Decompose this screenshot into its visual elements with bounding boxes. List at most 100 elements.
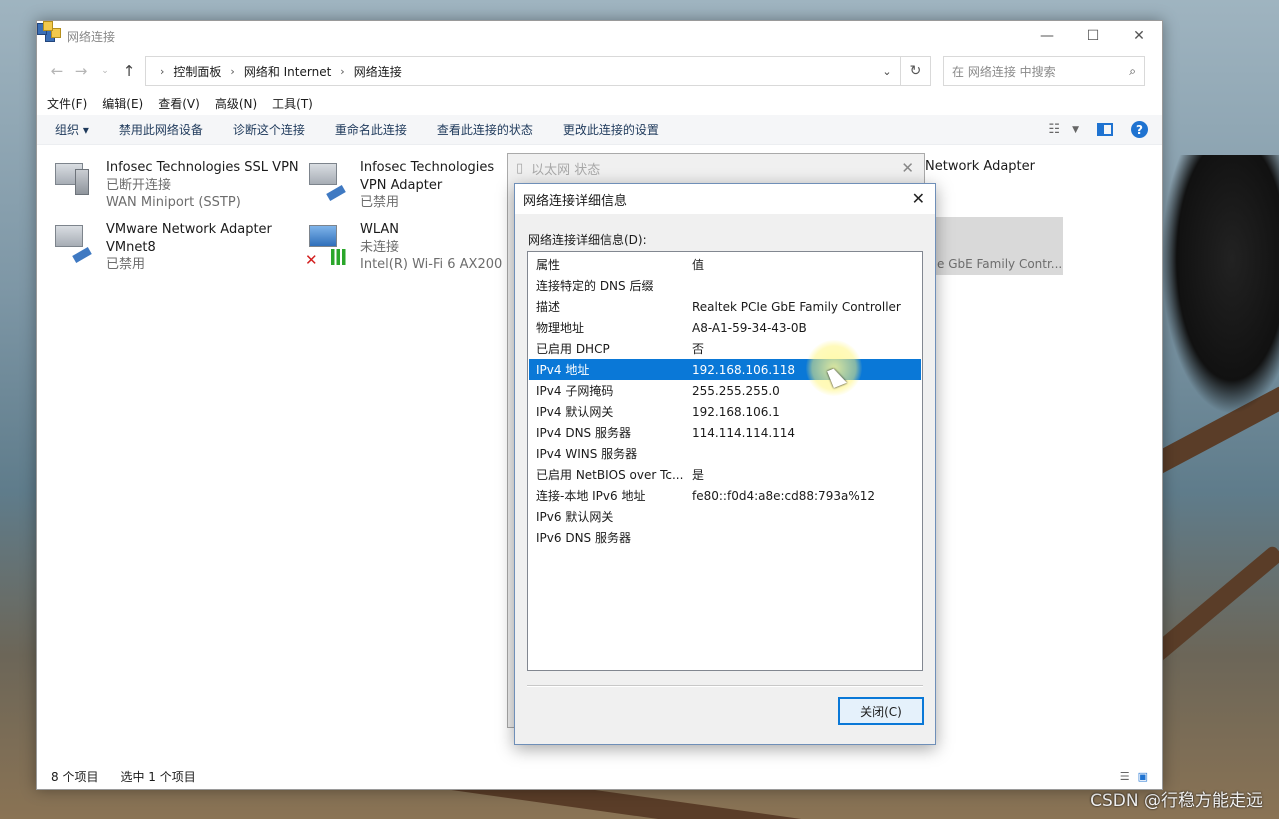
vpn-adapter-icon bbox=[307, 159, 347, 205]
row-property: IPv4 DNS 服务器 bbox=[536, 426, 631, 440]
up-arrow-icon[interactable]: ↑ bbox=[117, 59, 141, 83]
disable-device-button[interactable]: 禁用此网络设备 bbox=[119, 121, 203, 138]
menu-bar: 文件(F) 编辑(E) 查看(V) 高级(N) 工具(T) bbox=[37, 91, 1162, 115]
status-bar: 8 个项目 选中 1 个项目 bbox=[51, 768, 218, 785]
change-settings-button[interactable]: 更改此连接的设置 bbox=[563, 121, 659, 138]
connection-item[interactable]: VMware Network Adapter VMnet8 已禁用 bbox=[53, 221, 274, 274]
diagnose-button[interactable]: 诊断这个连接 bbox=[233, 121, 305, 138]
view-status-button[interactable]: 查看此连接的状态 bbox=[437, 121, 533, 138]
breadcrumb: › 控制面板 › 网络和 Internet › 网络连接 bbox=[160, 63, 402, 80]
list-item[interactable]: 描述 Realtek PCIe GbE Family Controller bbox=[529, 296, 921, 317]
menu-edit[interactable]: 编辑(E) bbox=[102, 95, 143, 112]
item-count: 8 个项目 bbox=[51, 770, 99, 784]
selected-connection-item[interactable]: e GbE Family Contr... bbox=[935, 217, 1063, 275]
view-toggles: ☰ ▣ bbox=[1120, 770, 1148, 783]
back-arrow-icon[interactable]: ← bbox=[45, 59, 69, 83]
header-value[interactable]: 值 bbox=[692, 256, 704, 273]
connection-device: Intel(R) Wi-Fi 6 AX200 160 bbox=[360, 257, 510, 272]
help-icon[interactable]: ? bbox=[1131, 121, 1148, 138]
change-view-icon[interactable]: ☷ bbox=[1048, 122, 1060, 137]
chevron-right-icon: › bbox=[160, 64, 165, 78]
desktop-bird bbox=[1161, 155, 1279, 415]
list-item[interactable]: 已启用 DHCP 否 bbox=[529, 338, 921, 359]
close-details-button[interactable]: 关闭(C) bbox=[838, 697, 924, 725]
refresh-icon[interactable]: ↻ bbox=[901, 56, 931, 86]
minimize-button[interactable]: — bbox=[1024, 21, 1070, 51]
chevron-right-icon[interactable]: › bbox=[340, 65, 344, 78]
row-property: IPv6 DNS 服务器 bbox=[536, 531, 631, 545]
row-property: IPv6 默认网关 bbox=[536, 510, 614, 524]
row-value: A8-A1-59-34-43-0B bbox=[692, 320, 807, 335]
list-item[interactable]: 物理地址 A8-A1-59-34-43-0B bbox=[529, 317, 921, 338]
breadcrumb-control-panel[interactable]: 控制面板 bbox=[173, 63, 221, 80]
window-title: 网络连接 bbox=[67, 29, 116, 44]
details-dialog: 网络连接详细信息 ✕ 网络连接详细信息(D): 属性 值 连接特定的 DNS 后… bbox=[514, 183, 936, 745]
menu-advanced[interactable]: 高级(N) bbox=[215, 95, 257, 112]
connection-name: WLAN bbox=[360, 222, 400, 237]
row-value: fe80::f0d4:a8e:cd88:793a%12 bbox=[692, 488, 875, 503]
row-value: Realtek PCIe GbE Family Controller bbox=[692, 299, 901, 314]
address-row: ← → ⌄ ↑ › 控制面板 › 网络和 Internet › 网络连接 ⌄ ↻… bbox=[37, 21, 1162, 91]
recent-chevron-icon[interactable]: ⌄ bbox=[93, 59, 117, 83]
status-dialog-title: 以太网 状态 bbox=[531, 162, 601, 178]
vmware-adapter-icon bbox=[53, 221, 93, 267]
list-item[interactable]: IPv4 DNS 服务器 114.114.114.114 bbox=[529, 422, 921, 443]
row-property: 物理地址 bbox=[536, 321, 585, 335]
row-value: 是 bbox=[692, 468, 705, 482]
row-property: IPv4 子网掩码 bbox=[536, 384, 614, 398]
list-item[interactable]: 连接特定的 DNS 后缀 bbox=[529, 275, 921, 296]
partial-connection-name: Network Adapter bbox=[925, 159, 1035, 174]
breadcrumb-network-internet[interactable]: 网络和 Internet bbox=[244, 63, 331, 80]
row-value: 255.255.255.0 bbox=[692, 383, 780, 398]
list-item[interactable]: IPv4 默认网关 192.168.106.1 bbox=[529, 401, 921, 422]
organize-button[interactable]: 组织 ▾ bbox=[55, 121, 89, 138]
menu-file[interactable]: 文件(F) bbox=[47, 95, 87, 112]
list-item[interactable]: 已启用 NetBIOS over Tc... 是 bbox=[529, 464, 921, 485]
connection-item[interactable]: Infosec Technologies VPN Adapter 已禁用 bbox=[307, 159, 510, 212]
view-dropdown-icon[interactable]: ▼ bbox=[1072, 125, 1079, 135]
preview-pane-icon[interactable] bbox=[1097, 123, 1113, 136]
list-item[interactable]: IPv4 子网掩码 255.255.255.0 bbox=[529, 380, 921, 401]
forward-arrow-icon[interactable]: → bbox=[69, 59, 93, 83]
details-list[interactable]: 属性 值 连接特定的 DNS 后缀 描述 Realtek PCIe GbE Fam… bbox=[527, 251, 923, 671]
connection-item[interactable]: ✕ WLAN 未连接 Intel(R) Wi-Fi 6 AX200 160 bbox=[305, 221, 510, 274]
breadcrumb-network-connections[interactable]: 网络连接 bbox=[354, 63, 402, 80]
details-view-icon[interactable]: ☰ bbox=[1120, 770, 1130, 783]
close-button[interactable]: ✕ bbox=[1116, 21, 1162, 51]
search-icon: ⌕ bbox=[1129, 63, 1136, 78]
chevron-right-icon[interactable]: › bbox=[230, 65, 234, 78]
menu-tools[interactable]: 工具(T) bbox=[272, 95, 313, 112]
list-item[interactable]: IPv6 默认网关 bbox=[529, 506, 921, 527]
row-property: IPv4 地址 bbox=[536, 363, 590, 377]
list-header[interactable]: 属性 值 bbox=[529, 254, 921, 275]
details-dialog-close-icon[interactable]: ✕ bbox=[912, 189, 925, 208]
row-property: 连接特定的 DNS 后缀 bbox=[536, 279, 654, 293]
search-input[interactable]: 在 网络连接 中搜索 ⌕ bbox=[943, 56, 1145, 86]
maximize-button[interactable]: ☐ bbox=[1070, 21, 1116, 51]
title-bar: 网络连接 — ☐ ✕ bbox=[37, 21, 1162, 51]
connection-status: 未连接 bbox=[360, 239, 400, 255]
row-property: IPv4 WINS 服务器 bbox=[536, 447, 638, 461]
selected-connection-device: e GbE Family Contr... bbox=[937, 257, 1063, 271]
selected-count: 选中 1 个项目 bbox=[120, 770, 196, 784]
list-item[interactable]: IPv6 DNS 服务器 bbox=[529, 527, 921, 548]
command-bar: 组织 ▾ 禁用此网络设备 诊断这个连接 重命名此连接 查看此连接的状态 更改此连… bbox=[37, 115, 1162, 145]
list-item[interactable]: 连接-本地 IPv6 地址 fe80::f0d4:a8e:cd88:793a%12 bbox=[529, 485, 921, 506]
connection-name: Infosec Technologies VPN Adapter bbox=[360, 160, 495, 193]
list-item[interactable]: IPv4 WINS 服务器 bbox=[529, 443, 921, 464]
large-icons-view-icon[interactable]: ▣ bbox=[1138, 770, 1148, 783]
row-property: 已启用 NetBIOS over Tc... bbox=[536, 468, 684, 482]
address-dropdown-icon[interactable]: ⌄ bbox=[874, 65, 900, 78]
row-value: 114.114.114.114 bbox=[692, 425, 796, 440]
list-item-selected[interactable]: IPv4 地址 192.168.106.118 bbox=[529, 359, 921, 380]
rename-button[interactable]: 重命名此连接 bbox=[335, 121, 407, 138]
menu-view[interactable]: 查看(V) bbox=[158, 95, 200, 112]
wifi-adapter-icon: ✕ bbox=[305, 221, 349, 269]
header-property[interactable]: 属性 bbox=[536, 256, 692, 273]
ethernet-icon: ▯ bbox=[516, 160, 524, 176]
status-dialog-close-icon[interactable]: ✕ bbox=[901, 159, 914, 177]
address-bar[interactable]: › 控制面板 › 网络和 Internet › 网络连接 ⌄ bbox=[37, 21, 901, 86]
row-value: 否 bbox=[692, 342, 705, 356]
connection-item[interactable]: Infosec Technologies SSL VPN 已断开连接 WAN M… bbox=[53, 159, 299, 212]
disconnected-x-icon: ✕ bbox=[305, 251, 318, 269]
